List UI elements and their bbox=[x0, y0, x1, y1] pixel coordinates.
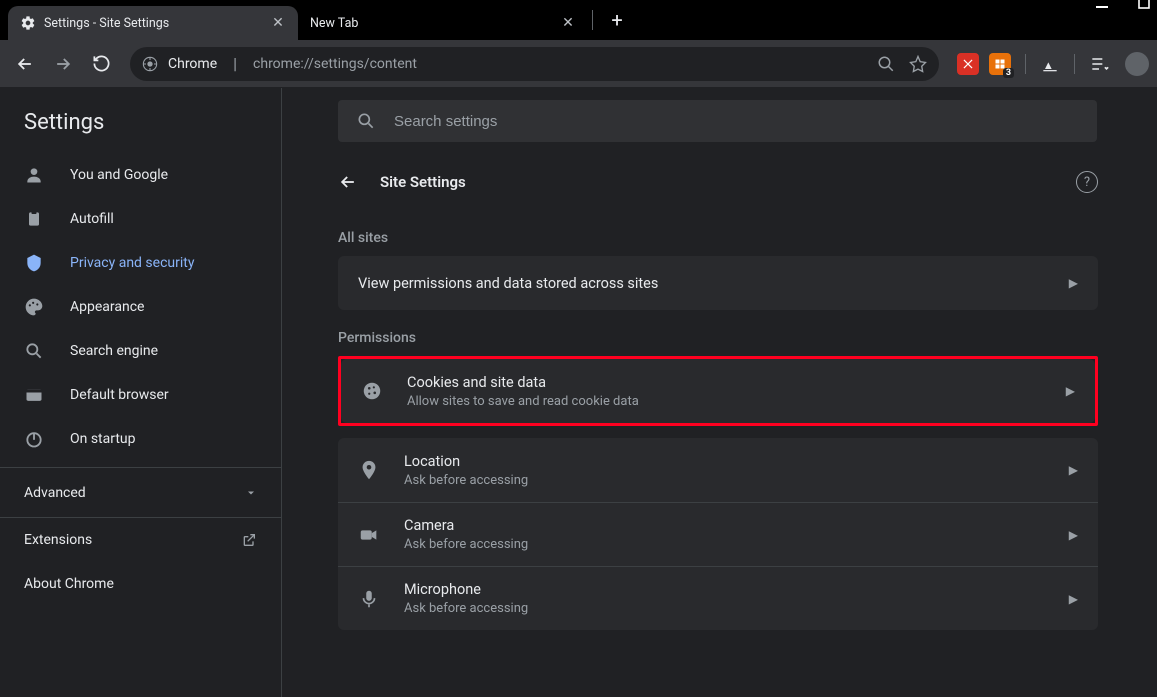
chevron-right-icon: ▶ bbox=[1069, 463, 1078, 477]
sidebar-item-label: Autofill bbox=[70, 211, 114, 227]
row-cookies[interactable]: Cookies and site data Allow sites to sav… bbox=[341, 359, 1095, 423]
back-button[interactable] bbox=[8, 47, 42, 81]
tab-newtab[interactable]: New Tab ✕ bbox=[298, 6, 588, 40]
profile-avatar[interactable] bbox=[1125, 52, 1149, 76]
search-icon bbox=[356, 111, 376, 131]
location-icon bbox=[358, 459, 380, 481]
advanced-label: Advanced bbox=[24, 485, 86, 501]
sidebar-item-label: You and Google bbox=[70, 167, 168, 183]
settings-content: Settings You and Google Autofill Privacy… bbox=[0, 88, 1157, 697]
row-location[interactable]: Location Ask before accessing ▶ bbox=[338, 438, 1098, 502]
sidebar-link-about[interactable]: About Chrome bbox=[0, 562, 281, 606]
sidebar-link-extensions[interactable]: Extensions bbox=[0, 518, 281, 562]
site-info-icon[interactable] bbox=[142, 56, 158, 72]
row-camera[interactable]: Camera Ask before accessing ▶ bbox=[338, 502, 1098, 566]
extension-separator bbox=[1074, 54, 1075, 74]
sidebar-item-label: On startup bbox=[70, 431, 136, 447]
address-bar[interactable]: Chrome | chrome://settings/content bbox=[130, 47, 939, 81]
shield-icon bbox=[24, 253, 44, 273]
browser-icon bbox=[24, 385, 44, 405]
row-microphone[interactable]: Microphone Ask before accessing ▶ bbox=[338, 566, 1098, 630]
close-icon[interactable]: ✕ bbox=[270, 15, 286, 31]
close-icon[interactable]: ✕ bbox=[560, 15, 576, 31]
person-icon bbox=[24, 165, 44, 185]
new-tab-button[interactable]: + bbox=[603, 6, 631, 34]
sidebar-item-appearance[interactable]: Appearance bbox=[0, 285, 281, 329]
minimize-button[interactable] bbox=[1095, 0, 1109, 10]
palette-icon bbox=[24, 297, 44, 317]
page-title: Site Settings bbox=[380, 173, 466, 191]
chevron-right-icon: ▶ bbox=[1069, 528, 1078, 542]
row-subtitle: Ask before accessing bbox=[404, 601, 1045, 616]
row-subtitle: Ask before accessing bbox=[404, 473, 1045, 488]
sidebar-item-label: Default browser bbox=[70, 387, 169, 403]
extension-separator bbox=[1025, 54, 1026, 74]
forward-button[interactable] bbox=[46, 47, 80, 81]
search-settings-bar[interactable] bbox=[338, 100, 1097, 142]
chevron-right-icon: ▶ bbox=[1069, 276, 1078, 290]
omnibox-url: chrome://settings/content bbox=[253, 56, 417, 72]
tab-title: New Tab bbox=[310, 16, 552, 31]
extension-icon-1[interactable] bbox=[957, 53, 979, 75]
extension-icon-2[interactable]: 3 bbox=[989, 53, 1011, 75]
microphone-icon bbox=[358, 588, 380, 610]
tab-title: Settings - Site Settings bbox=[44, 16, 262, 31]
page-header: Site Settings ? bbox=[338, 154, 1098, 210]
help-icon[interactable]: ? bbox=[1076, 171, 1098, 193]
camera-icon bbox=[358, 524, 380, 546]
extensions-label: Extensions bbox=[24, 532, 92, 548]
clipboard-icon bbox=[24, 209, 44, 229]
row-title: Location bbox=[404, 453, 1045, 470]
section-label-all-sites: All sites bbox=[338, 210, 1098, 256]
sidebar-item-you-and-google[interactable]: You and Google bbox=[0, 153, 281, 197]
settings-main: Site Settings ? All sites View permissio… bbox=[282, 88, 1157, 697]
media-control-icon[interactable] bbox=[1089, 54, 1109, 74]
chevron-right-icon: ▶ bbox=[1069, 592, 1078, 606]
sidebar-item-label: Privacy and security bbox=[70, 255, 194, 271]
row-subtitle: Ask before accessing bbox=[404, 537, 1045, 552]
settings-sidebar: Settings You and Google Autofill Privacy… bbox=[0, 88, 282, 697]
gear-icon bbox=[20, 15, 36, 31]
row-title: Cookies and site data bbox=[407, 374, 1042, 391]
chevron-down-icon bbox=[245, 487, 257, 499]
extension-badge: 3 bbox=[1003, 68, 1014, 78]
sidebar-item-default-browser[interactable]: Default browser bbox=[0, 373, 281, 417]
row-title: Microphone bbox=[404, 581, 1045, 598]
sidebar-item-label: Appearance bbox=[70, 299, 144, 315]
about-label: About Chrome bbox=[24, 576, 114, 592]
cookie-icon bbox=[361, 380, 383, 402]
sidebar-item-on-startup[interactable]: On startup bbox=[0, 417, 281, 461]
omnibox-origin: Chrome bbox=[168, 56, 217, 72]
search-settings-input[interactable] bbox=[394, 113, 1079, 130]
zoom-search-icon[interactable] bbox=[877, 55, 895, 73]
chevron-right-icon: ▶ bbox=[1066, 384, 1075, 398]
highlighted-row: Cookies and site data Allow sites to sav… bbox=[338, 356, 1098, 426]
extensions-area: 3 bbox=[951, 52, 1149, 76]
sidebar-item-privacy-security[interactable]: Privacy and security bbox=[0, 241, 281, 285]
reload-button[interactable] bbox=[84, 47, 118, 81]
power-icon bbox=[24, 429, 44, 449]
sidebar-title: Settings bbox=[0, 88, 281, 153]
cast-icon[interactable] bbox=[1040, 54, 1060, 74]
row-title: View permissions and data stored across … bbox=[358, 275, 1045, 292]
window-controls bbox=[1095, 0, 1151, 10]
tab-strip: Settings - Site Settings ✕ New Tab ✕ + bbox=[0, 0, 1157, 40]
row-title: Camera bbox=[404, 517, 1045, 534]
sidebar-item-autofill[interactable]: Autofill bbox=[0, 197, 281, 241]
tab-separator bbox=[592, 10, 593, 30]
tab-settings[interactable]: Settings - Site Settings ✕ bbox=[8, 6, 298, 40]
sidebar-advanced-toggle[interactable]: Advanced bbox=[0, 467, 281, 517]
row-subtitle: Allow sites to save and read cookie data bbox=[407, 394, 1042, 409]
browser-toolbar: Chrome | chrome://settings/content 3 bbox=[0, 40, 1157, 88]
row-all-sites[interactable]: View permissions and data stored across … bbox=[338, 256, 1098, 310]
search-icon bbox=[24, 341, 44, 361]
sidebar-item-label: Search engine bbox=[70, 343, 158, 359]
section-label-permissions: Permissions bbox=[338, 310, 1098, 356]
maximize-button[interactable] bbox=[1137, 0, 1151, 10]
back-icon[interactable] bbox=[338, 172, 358, 192]
bookmark-star-icon[interactable] bbox=[909, 55, 927, 73]
omnibox-separator: | bbox=[233, 54, 237, 73]
open-external-icon bbox=[241, 532, 257, 548]
sidebar-item-search-engine[interactable]: Search engine bbox=[0, 329, 281, 373]
